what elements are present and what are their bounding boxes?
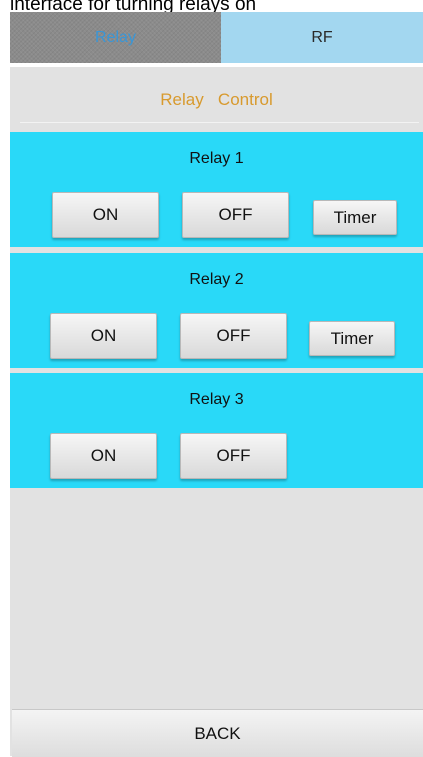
page-title: Relay Control	[160, 90, 273, 109]
back-button[interactable]: BACK	[12, 709, 423, 757]
relay-panel-2: Relay 2 ON OFF Timer	[10, 253, 423, 368]
relay-1-off-button[interactable]: OFF	[182, 192, 289, 238]
relay-1-title: Relay 1	[189, 150, 244, 167]
header-divider	[20, 122, 419, 123]
relay-3-off-button[interactable]: OFF	[180, 433, 287, 479]
relay-panel-3: Relay 3 ON OFF	[10, 373, 423, 488]
tab-rf[interactable]: RF	[221, 12, 423, 63]
relay-3-on-button[interactable]: ON	[50, 433, 157, 479]
relay-2-on-button[interactable]: ON	[50, 313, 157, 359]
relay-1-timer-button[interactable]: Timer	[313, 200, 397, 235]
tab-bar: Relay RF	[10, 12, 423, 63]
relay-panel-1: Relay 1 ON OFF Timer	[10, 132, 423, 247]
relay-2-off-button[interactable]: OFF	[180, 313, 287, 359]
relay-2-timer-button[interactable]: Timer	[309, 321, 395, 356]
relay-1-on-button[interactable]: ON	[52, 192, 159, 238]
relay-2-title: Relay 2	[189, 271, 244, 288]
relay-3-title: Relay 3	[189, 391, 244, 408]
tab-relay[interactable]: Relay	[10, 12, 221, 63]
